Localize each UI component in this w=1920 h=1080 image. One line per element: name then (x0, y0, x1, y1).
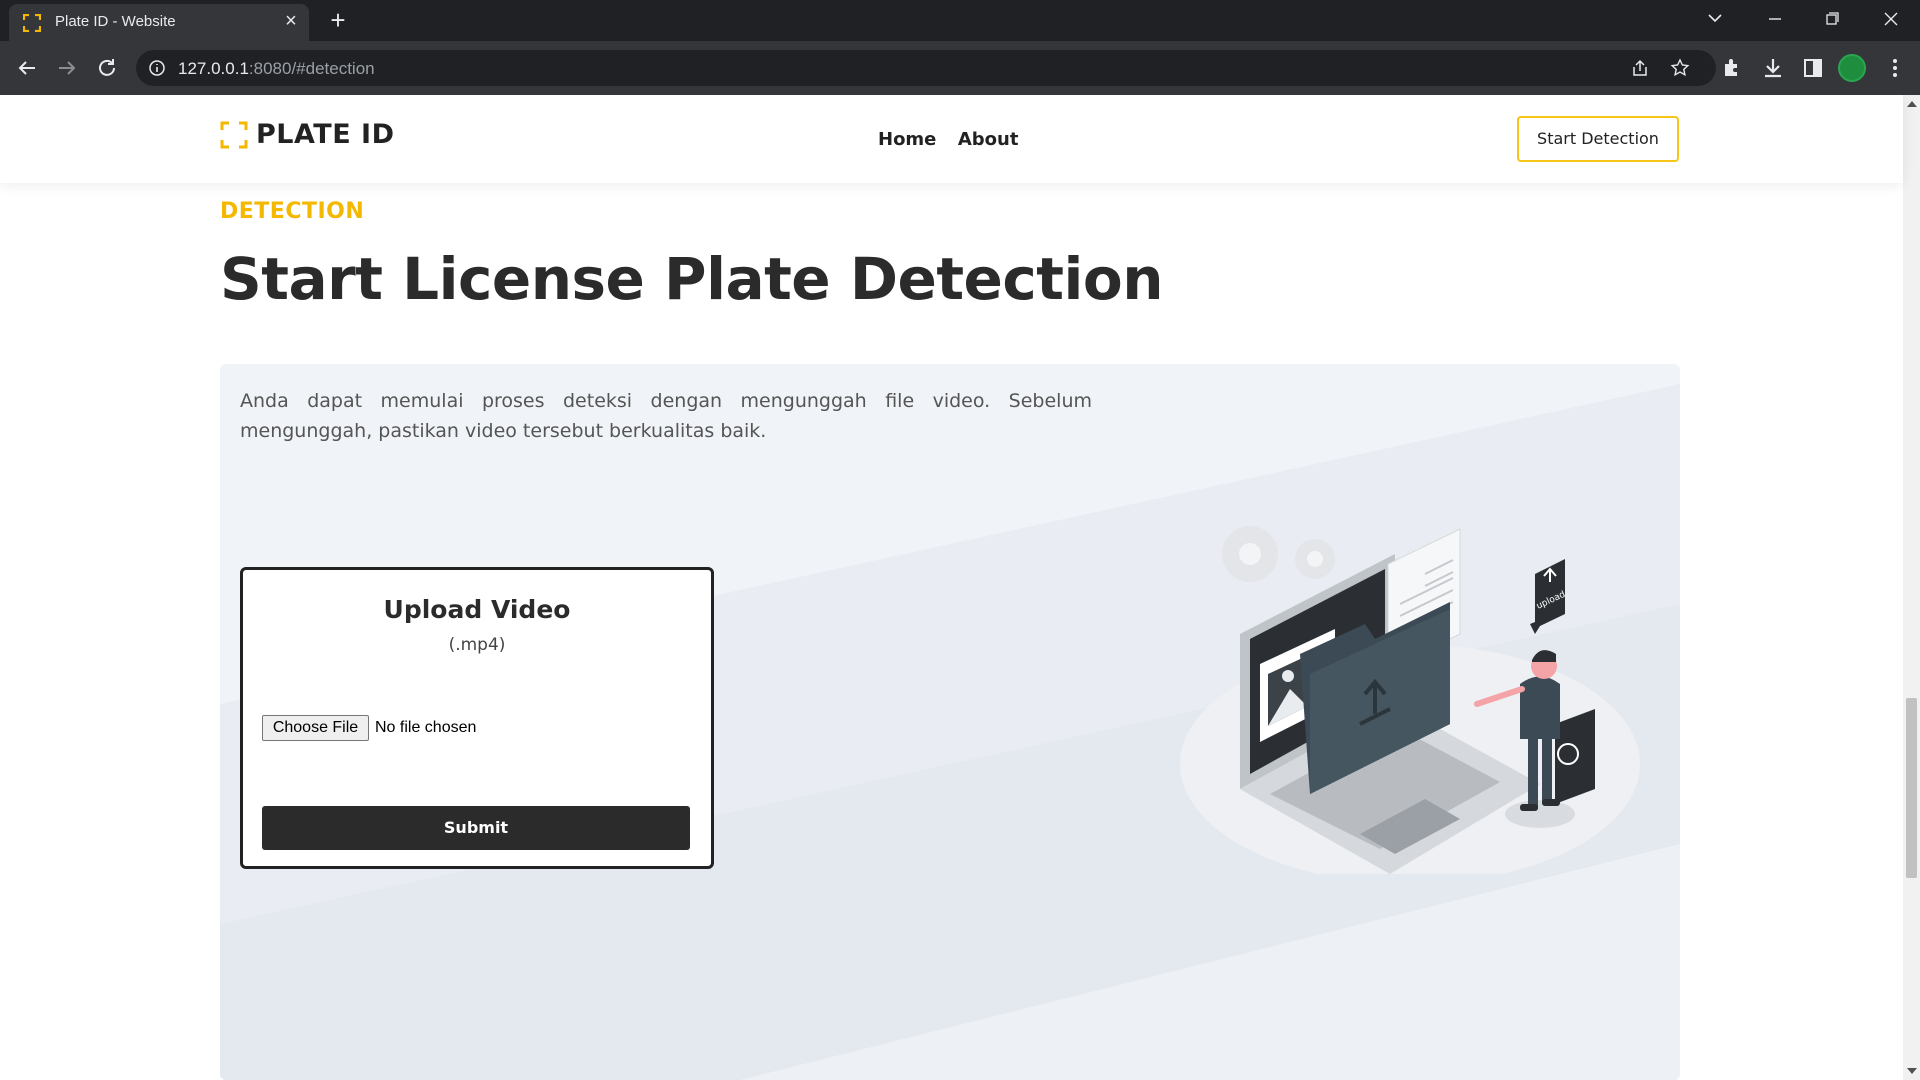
back-icon[interactable] (13, 54, 41, 82)
page-scrollbar[interactable] (1903, 95, 1920, 1080)
nav-home[interactable]: Home (878, 129, 936, 150)
scroll-thumb[interactable] (1906, 698, 1917, 878)
file-status: No file chosen (375, 719, 477, 736)
browser-tab[interactable]: Plate ID - Website × (9, 4, 309, 41)
menu-icon[interactable] (1882, 55, 1908, 81)
close-window-icon[interactable] (1876, 6, 1906, 32)
scroll-up-icon[interactable] (1907, 101, 1917, 107)
page-title: Start License Plate Detection (220, 245, 1164, 313)
minimize-icon[interactable] (1760, 6, 1790, 32)
submit-button[interactable]: Submit (262, 806, 690, 850)
profile-avatar[interactable] (1838, 54, 1866, 82)
nav-about[interactable]: About (958, 129, 1019, 150)
choose-file-button[interactable]: Choose File (262, 715, 369, 741)
close-tab-icon[interactable]: × (280, 10, 302, 32)
detection-panel: Anda dapat memulai proses deteksi dengan… (220, 364, 1680, 1080)
plate-frame-icon (220, 121, 248, 149)
tab-search-icon[interactable] (1700, 6, 1730, 32)
browser-toolbar: 127.0.0.1:8080/#detection (0, 41, 1920, 95)
upload-format: (.mp4) (448, 635, 506, 655)
intro-text: Anda dapat memulai proses deteksi dengan… (240, 390, 1092, 442)
new-tab-icon[interactable]: + (326, 7, 350, 33)
url-text: 127.0.0.1:8080/#detection (178, 59, 375, 79)
browser-tab-bar: Plate ID - Website × + (0, 0, 1920, 41)
upload-title: Upload Video (383, 595, 571, 624)
download-icon[interactable] (1760, 55, 1786, 81)
start-detection-button[interactable]: Start Detection (1517, 116, 1679, 162)
upload-badge-icon: upload (1530, 559, 1567, 634)
section-eyebrow: DETECTION (220, 199, 365, 224)
restore-icon[interactable] (1817, 6, 1847, 32)
url-host: 127.0.0.1 (178, 59, 249, 78)
extensions-icon[interactable] (1720, 55, 1746, 81)
main-nav: Home About (878, 129, 1035, 150)
logo-text: PLATE ID (256, 119, 395, 150)
upload-card: Upload Video (.mp4) Choose File No file … (240, 567, 714, 869)
url-path: :8080/#detection (248, 59, 375, 78)
share-icon[interactable] (1630, 58, 1650, 78)
plate-id-favicon-icon (23, 14, 41, 32)
info-icon[interactable] (148, 59, 166, 77)
page-viewport: PLATE ID Home About Start Detection DETE… (0, 95, 1920, 1080)
upload-illustration: upload (1180, 526, 1640, 874)
site-header: PLATE ID Home About Start Detection (0, 95, 1903, 183)
star-icon[interactable] (1670, 58, 1690, 78)
side-panel-icon[interactable] (1800, 55, 1826, 81)
reload-icon[interactable] (93, 54, 121, 82)
gear-icon (1222, 526, 1335, 582)
forward-icon[interactable] (53, 54, 81, 82)
address-bar[interactable]: 127.0.0.1:8080/#detection (136, 50, 1716, 86)
scroll-down-icon[interactable] (1907, 1068, 1917, 1074)
tab-title: Plate ID - Website (55, 13, 176, 30)
